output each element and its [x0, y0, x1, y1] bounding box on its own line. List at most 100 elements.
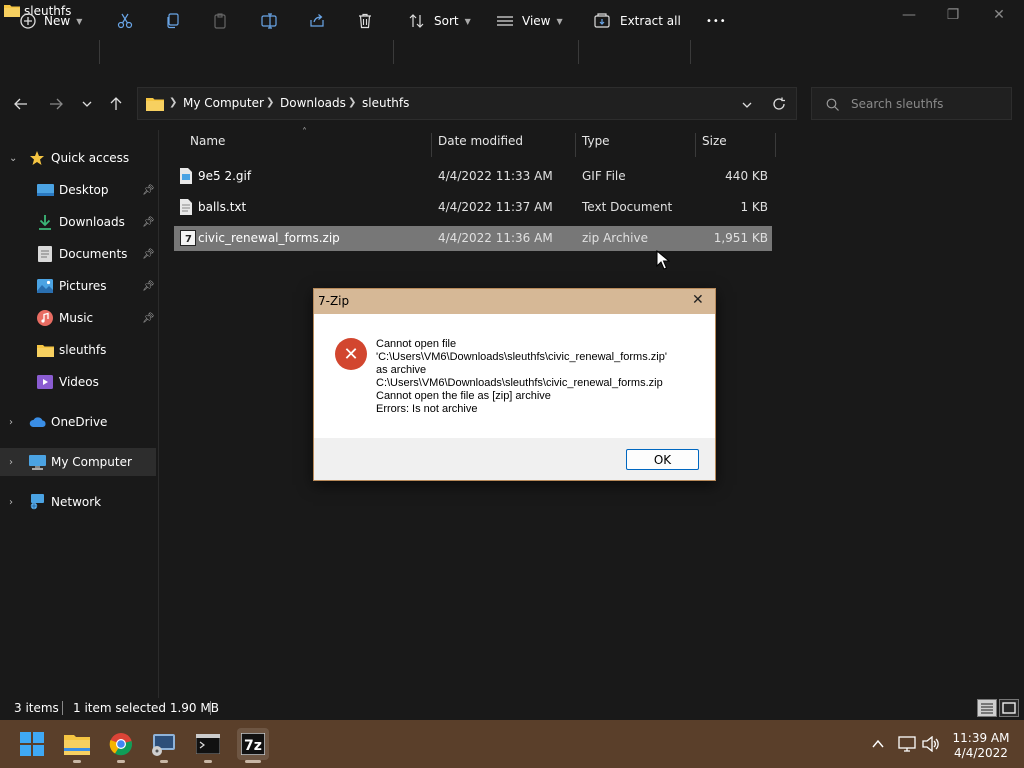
sidebar-item-music[interactable]: Music 📌︎: [0, 304, 156, 332]
taskbar-chrome[interactable]: [105, 728, 137, 760]
windows-logo-icon: [20, 732, 44, 756]
folder-icon: [4, 5, 20, 17]
view-label: View: [522, 14, 551, 28]
terminal-icon: [196, 734, 220, 754]
recent-locations-button[interactable]: [75, 92, 99, 116]
sidebar-item-pictures[interactable]: Pictures 📌︎: [0, 272, 156, 300]
chevron-down-icon[interactable]: [741, 99, 753, 111]
taskbar-file-explorer[interactable]: [61, 728, 93, 760]
up-button[interactable]: [104, 92, 128, 116]
clock-date: 4/4/2022: [954, 746, 1008, 760]
sidebar-item-quick-access[interactable]: ⌄ Quick access: [0, 144, 156, 172]
taskbar-clock[interactable]: 11:39 AM 4/4/2022: [946, 731, 1016, 761]
chevron-right-icon: ❯: [266, 97, 275, 108]
taskbar-terminal[interactable]: [192, 728, 224, 760]
view-button[interactable]: View ▼: [496, 6, 563, 36]
back-button[interactable]: [9, 92, 33, 116]
column-header-size[interactable]: Size: [702, 134, 727, 156]
command-bar: [0, 30, 1024, 72]
delete-button[interactable]: [357, 6, 373, 36]
breadcrumb-downloads[interactable]: Downloads: [280, 96, 346, 110]
minimize-button[interactable]: —: [886, 0, 932, 30]
dialog-close-button[interactable]: ✕: [692, 292, 704, 308]
tiles-view-icon: [1002, 702, 1016, 714]
svg-text:7z: 7z: [244, 738, 262, 754]
volume-icon[interactable]: [922, 736, 940, 752]
sidebar-item-desktop[interactable]: Desktop 📌︎: [0, 176, 156, 204]
search-box[interactable]: Search sleuthfs: [811, 87, 1012, 120]
sidebar-item-network[interactable]: › Network: [0, 488, 156, 516]
sidebar-item-label: Downloads: [59, 215, 125, 229]
column-header-name[interactable]: Name: [190, 134, 225, 156]
taskbar-app-disk[interactable]: [148, 728, 180, 760]
sidebar-item-label: Network: [51, 495, 102, 509]
sidebar-item-documents[interactable]: Documents 📌︎: [0, 240, 156, 268]
rename-button[interactable]: [261, 6, 279, 36]
breadcrumb-my-computer[interactable]: My Computer: [183, 96, 264, 110]
network-status-icon[interactable]: [898, 736, 916, 752]
sidebar-item-videos[interactable]: Videos: [0, 368, 156, 396]
sidebar-item-my-computer[interactable]: › My Computer: [0, 448, 156, 476]
chevron-down-icon: ▼: [556, 16, 563, 26]
dialog-body: ✕ Cannot open file 'C:\Users\VM6\Downloa…: [314, 314, 715, 438]
sidebar-item-label: Quick access: [51, 151, 130, 165]
sort-ascending-icon: ˄: [302, 127, 307, 138]
chevron-up-icon[interactable]: [872, 739, 884, 749]
start-button[interactable]: [16, 728, 48, 760]
chevron-down-icon[interactable]: ⌄: [9, 153, 17, 164]
sidebar-item-sleuthfs[interactable]: sleuthfs: [0, 336, 156, 364]
new-label: New: [44, 14, 71, 28]
sidebar-item-downloads[interactable]: Downloads 📌︎: [0, 208, 156, 236]
pane-divider[interactable]: [158, 130, 159, 700]
maximize-button[interactable]: ❐: [930, 0, 976, 30]
breadcrumb-sleuthfs[interactable]: sleuthfs: [362, 96, 409, 110]
message-line: Cannot open file: [376, 338, 457, 350]
desktop-icon: [37, 184, 54, 196]
file-name: 9e5 2.gif: [198, 169, 252, 183]
share-button[interactable]: [309, 6, 325, 36]
paste-button[interactable]: [212, 6, 228, 36]
close-button[interactable]: ✕: [976, 0, 1022, 30]
column-header-type[interactable]: Type: [582, 134, 610, 156]
cut-button[interactable]: [117, 6, 133, 36]
video-icon: [37, 375, 53, 389]
folder-icon: [146, 98, 164, 111]
column-header-date-modified[interactable]: Date modified: [438, 134, 523, 156]
chevron-right-icon[interactable]: ›: [9, 417, 13, 428]
details-view-button[interactable]: [977, 699, 997, 717]
table-row[interactable]: balls.txt 4/4/2022 11:37 AM Text Documen…: [174, 195, 772, 220]
divider: [62, 701, 63, 715]
dialog-title-bar[interactable]: 7-Zip ✕: [314, 289, 715, 314]
search-placeholder: Search sleuthfs: [851, 97, 944, 111]
pictures-icon: [37, 279, 53, 293]
extract-all-button[interactable]: Extract all: [594, 6, 681, 36]
chevron-right-icon[interactable]: ›: [9, 457, 13, 468]
more-options-button[interactable]: •••: [706, 6, 727, 36]
image-file-icon: [180, 168, 192, 184]
column-divider[interactable]: [575, 133, 576, 157]
taskbar-7zip[interactable]: 7z: [237, 728, 269, 760]
sort-icon: [409, 14, 424, 28]
column-divider[interactable]: [431, 133, 432, 157]
clipboard-icon: [214, 13, 226, 29]
forward-button[interactable]: [44, 92, 68, 116]
running-indicator: [204, 760, 212, 763]
star-icon: [30, 151, 44, 165]
table-row[interactable]: 7 civic_renewal_forms.zip 4/4/2022 11:36…: [174, 226, 772, 251]
sidebar-item-label: OneDrive: [51, 415, 108, 429]
sidebar-item-label: Videos: [59, 375, 99, 389]
copy-button[interactable]: [165, 6, 181, 36]
sidebar-item-onedrive[interactable]: › OneDrive: [0, 408, 156, 436]
refresh-icon[interactable]: [772, 97, 786, 111]
pin-icon: 📌︎: [142, 248, 155, 260]
ok-button[interactable]: OK: [626, 449, 699, 470]
column-divider[interactable]: [775, 133, 776, 157]
sort-button[interactable]: Sort ▼: [408, 6, 471, 36]
column-divider[interactable]: [695, 133, 696, 157]
address-bar[interactable]: ❯ My Computer ❯ Downloads ❯ sleuthfs: [137, 87, 797, 120]
chevron-right-icon[interactable]: ›: [9, 497, 13, 508]
table-row[interactable]: 9e5 2.gif 4/4/2022 11:33 AM GIF File 440…: [174, 164, 772, 189]
sidebar-item-label: Pictures: [59, 279, 107, 293]
tiles-view-button[interactable]: [999, 699, 1019, 717]
new-button[interactable]: New ▼: [20, 6, 82, 36]
